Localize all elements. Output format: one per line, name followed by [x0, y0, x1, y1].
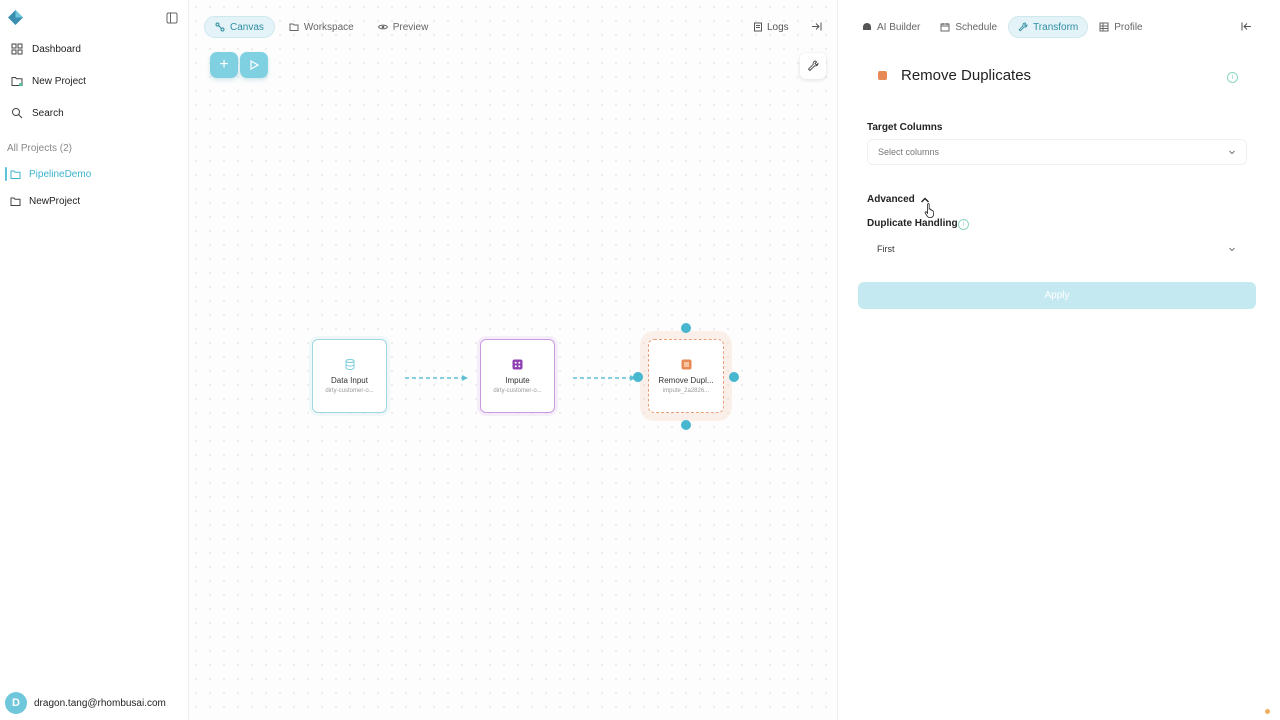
logs-icon: [754, 22, 762, 32]
collapse-panel-icon[interactable]: [1241, 21, 1252, 32]
sidebar: Dashboard New Project Search All Project…: [0, 0, 189, 720]
project-label: PipelineDemo: [29, 168, 92, 180]
node-subtitle: impute_2a2826...: [662, 387, 710, 394]
tab-transform-label: Transform: [1033, 21, 1079, 33]
canvas-icon: [215, 22, 225, 32]
tab-workspace-label: Workspace: [303, 21, 354, 33]
nav-dashboard[interactable]: Dashboard: [0, 37, 189, 61]
node-subtitle: dirty-customer-o...: [325, 387, 374, 394]
project-label: NewProject: [29, 195, 81, 207]
wrench-icon: [807, 60, 819, 72]
node-remove-duplicates[interactable]: Remove Dupl... impute_2a2826...: [648, 339, 724, 413]
chevron-down-icon: [1229, 150, 1235, 155]
tab-preview[interactable]: Preview: [368, 16, 439, 38]
tab-workspace[interactable]: Workspace: [279, 16, 364, 38]
new-project-icon: [11, 75, 23, 87]
remove-duplicates-icon: [680, 359, 692, 371]
projects-section-title: All Projects (2): [7, 143, 73, 154]
tab-ai-builder[interactable]: AI Builder: [853, 16, 929, 38]
folder-icon: [10, 196, 21, 207]
tab-schedule[interactable]: Schedule: [931, 16, 1006, 38]
user-profile[interactable]: D dragon.tang@rhombusai.com: [5, 692, 166, 714]
canvas-tabs: Canvas Workspace Preview: [204, 16, 442, 38]
nav-new-project[interactable]: New Project: [0, 69, 189, 93]
advanced-toggle[interactable]: Advanced: [867, 194, 930, 205]
remove-duplicates-icon: [878, 71, 887, 80]
node-handle-bottom[interactable]: [681, 420, 691, 430]
nav-search[interactable]: Search: [0, 101, 189, 125]
hand-cursor-icon: [924, 203, 934, 218]
grid-icon: [11, 43, 23, 55]
logs-button[interactable]: Logs: [753, 16, 789, 38]
tab-profile[interactable]: Profile: [1090, 16, 1151, 38]
project-item-newproject[interactable]: NewProject: [0, 191, 189, 211]
chevron-down-icon: [1229, 247, 1235, 252]
folder-icon: [10, 169, 21, 180]
panel-tabs: AI Builder Schedule Transform Profile: [853, 16, 1154, 38]
transform-panel: [837, 0, 1280, 720]
status-dot: [1265, 709, 1270, 714]
nav-dashboard-label: Dashboard: [32, 43, 81, 55]
database-icon: [344, 359, 356, 371]
panel-title-text: Remove Duplicates: [901, 67, 1032, 84]
node-subtitle: dirty-customer-o...: [493, 387, 542, 394]
node-title: Impute: [505, 375, 530, 385]
play-icon: [250, 60, 259, 70]
apply-button[interactable]: Apply: [858, 282, 1256, 309]
tab-preview-label: Preview: [392, 21, 429, 33]
plus-icon: +: [219, 56, 229, 73]
eye-icon: [377, 24, 388, 30]
target-columns-placeholder: Select columns: [878, 147, 940, 157]
tab-canvas-label: Canvas: [230, 21, 264, 33]
impute-icon: [512, 359, 524, 371]
wrench-icon: [1018, 22, 1028, 32]
node-handle-right[interactable]: [729, 372, 739, 382]
node-title: Remove Dupl...: [658, 375, 714, 385]
panel-title: Remove Duplicates: [878, 67, 1031, 84]
tab-ai-builder-label: AI Builder: [877, 21, 921, 33]
avatar: D: [5, 692, 27, 714]
tab-canvas[interactable]: Canvas: [204, 16, 275, 38]
duplicate-handling-label: Duplicate Handling: [867, 218, 958, 229]
node-data-input[interactable]: Data Input dirty-customer-o...: [312, 339, 387, 413]
node-handle-top[interactable]: [681, 323, 691, 333]
ai-builder-icon: [863, 23, 871, 30]
target-columns-label: Target Columns: [867, 122, 943, 133]
node-handle-left[interactable]: [633, 372, 643, 382]
add-node-button[interactable]: +: [210, 52, 238, 78]
tools-button[interactable]: [800, 53, 826, 79]
run-pipeline-button[interactable]: [240, 52, 268, 78]
nav-search-label: Search: [32, 107, 64, 119]
table-icon: [1099, 22, 1109, 32]
advanced-label: Advanced: [867, 194, 915, 205]
info-icon[interactable]: i: [958, 219, 969, 230]
calendar-icon: [940, 23, 950, 32]
duplicate-handling-select[interactable]: First: [867, 236, 1247, 262]
project-item-pipelinedemo[interactable]: PipelineDemo: [0, 164, 189, 184]
user-email: dragon.tang@rhombusai.com: [34, 697, 166, 709]
logs-label: Logs: [767, 21, 789, 33]
target-columns-select[interactable]: Select columns: [867, 139, 1247, 165]
tab-transform[interactable]: Transform: [1008, 16, 1089, 38]
nav-new-project-label: New Project: [32, 75, 86, 87]
info-icon[interactable]: i: [1227, 72, 1238, 83]
duplicate-handling-value: First: [877, 244, 895, 254]
folder-icon: [289, 23, 299, 31]
tab-schedule-label: Schedule: [955, 21, 998, 33]
logo-icon[interactable]: [8, 10, 23, 25]
search-icon: [11, 107, 23, 119]
expand-panel-icon[interactable]: [811, 21, 822, 32]
node-title: Data Input: [331, 375, 368, 385]
sidebar-collapse-icon[interactable]: [166, 12, 178, 24]
tab-profile-label: Profile: [1114, 21, 1143, 33]
node-impute[interactable]: Impute dirty-customer-o...: [480, 339, 555, 413]
